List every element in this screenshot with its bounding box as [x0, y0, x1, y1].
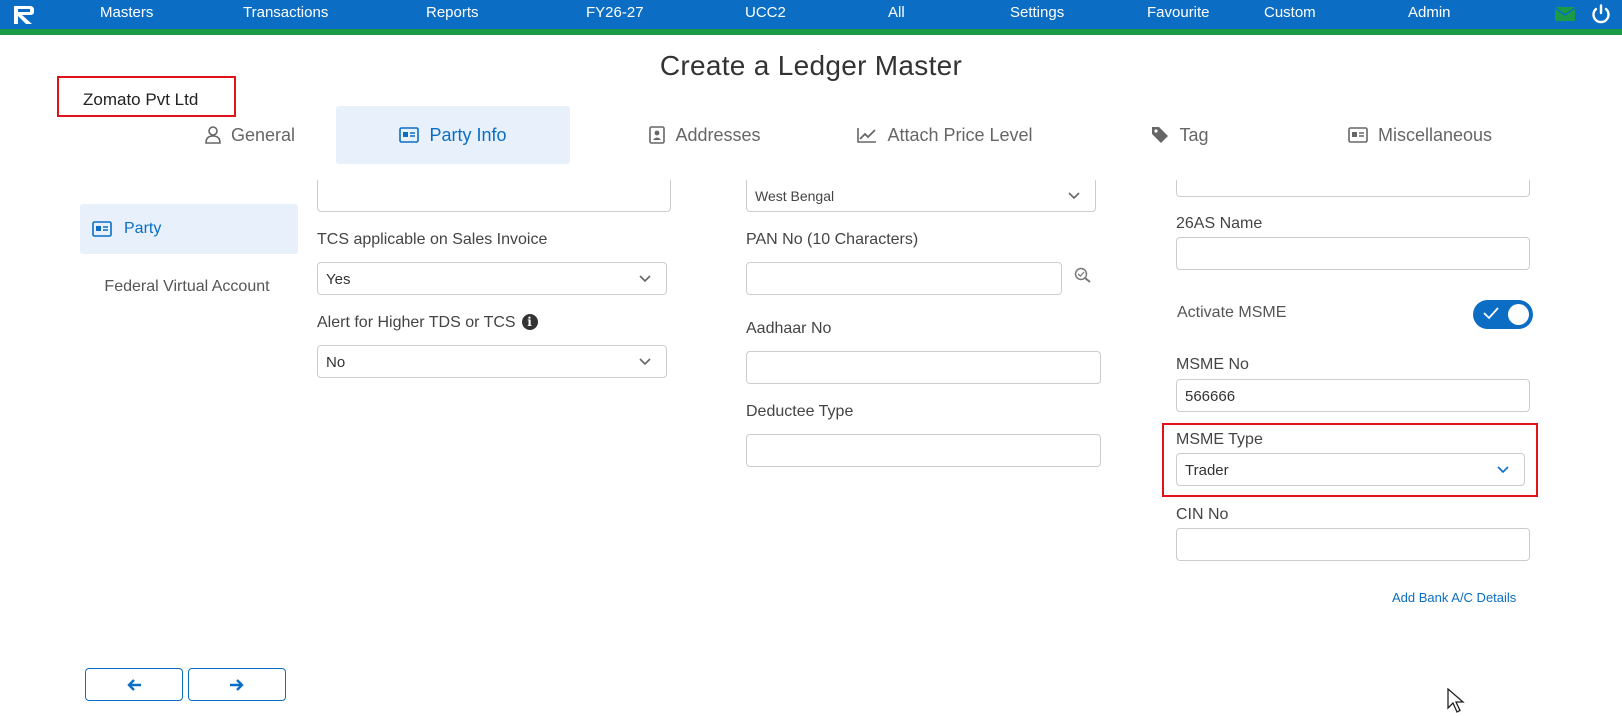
aadhaar-label: Aadhaar No	[746, 320, 832, 337]
col3-top-field[interactable]	[1176, 180, 1530, 197]
id-card-icon	[92, 221, 112, 237]
user-icon	[205, 126, 221, 144]
pan-input[interactable]	[746, 262, 1062, 295]
mail-icon[interactable]	[1554, 4, 1576, 24]
cin-no-label: CIN No	[1176, 506, 1229, 523]
sidebar-item-federal-virtual-account[interactable]: Federal Virtual Account	[80, 262, 294, 312]
check-icon	[1483, 307, 1499, 320]
col1-top-field[interactable]	[317, 180, 671, 212]
26as-name-label: 26AS Name	[1176, 215, 1263, 232]
tab-label: General	[230, 124, 296, 145]
previous-button[interactable]	[85, 668, 183, 701]
state-select[interactable]: West Bengal	[746, 180, 1096, 212]
nav-favourite[interactable]: Favourite	[1147, 4, 1210, 21]
chevron-down-icon	[639, 358, 651, 366]
tag-icon	[1152, 127, 1169, 143]
deductee-type-label: Deductee Type	[746, 403, 854, 420]
nav-admin[interactable]: Admin	[1408, 4, 1451, 21]
pan-label: PAN No (10 Characters)	[746, 231, 919, 248]
sidebar-item-party[interactable]: Party	[80, 204, 298, 254]
activate-msme-label: Activate MSME	[1177, 304, 1287, 321]
next-button[interactable]	[188, 668, 286, 701]
activate-msme-toggle[interactable]	[1473, 300, 1533, 329]
tab-miscellaneous[interactable]: Miscellaneous	[1320, 106, 1520, 164]
tab-party-info[interactable]: Party Info	[336, 106, 570, 164]
tcs-value: Yes	[326, 271, 351, 288]
tab-label: Attach Price Level	[887, 124, 1033, 145]
search-verify-icon[interactable]	[1073, 266, 1095, 284]
arrow-left-icon	[127, 678, 141, 691]
alert-select[interactable]: No	[317, 345, 667, 378]
tab-tag[interactable]: Tag	[1115, 106, 1245, 164]
nav-settings[interactable]: Settings	[1010, 4, 1064, 21]
info-icon[interactable]: i	[521, 314, 538, 330]
26as-name-input[interactable]	[1176, 237, 1530, 270]
nav-all[interactable]: All	[888, 4, 905, 21]
msme-no-label: MSME No	[1176, 356, 1249, 373]
power-icon[interactable]	[1590, 4, 1612, 24]
address-book-icon	[649, 126, 666, 144]
sidebar-item-label: Party	[124, 220, 162, 237]
tab-attach-price-level[interactable]: Attach Price Level	[830, 106, 1060, 164]
chevron-down-icon	[639, 275, 651, 283]
nav-reports[interactable]: Reports	[426, 4, 479, 21]
tab-label: Tag	[1179, 124, 1209, 145]
cin-no-input[interactable]	[1176, 528, 1530, 561]
aadhaar-input[interactable]	[746, 351, 1101, 384]
chevron-down-icon	[1068, 192, 1080, 200]
tcs-select[interactable]: Yes	[317, 262, 667, 295]
toggle-knob	[1508, 304, 1529, 325]
alert-label-text: Alert for Higher TDS or TCS	[317, 314, 516, 331]
nav-masters[interactable]: Masters	[100, 4, 153, 21]
tab-addresses[interactable]: Addresses	[600, 106, 810, 164]
tcs-label: TCS applicable on Sales Invoice	[317, 231, 548, 248]
tab-general[interactable]: General	[150, 106, 350, 164]
navbar-accent-strip	[0, 29, 1622, 35]
id-card-icon	[399, 127, 420, 143]
msme-no-input[interactable]: 566666	[1176, 379, 1530, 412]
mouse-cursor-icon	[1447, 688, 1465, 713]
page-title: Create a Ledger Master	[659, 50, 963, 81]
arrow-right-icon	[230, 678, 244, 691]
id-card-icon	[1348, 127, 1368, 143]
add-bank-details-link[interactable]: Add Bank A/C Details	[1392, 590, 1516, 605]
tab-label: Miscellaneous	[1377, 124, 1493, 145]
tab-label: Addresses	[675, 124, 761, 145]
app-logo-icon[interactable]	[12, 4, 36, 26]
tab-label: Party Info	[429, 124, 507, 145]
state-value: West Bengal	[755, 188, 835, 204]
top-navbar: Masters Transactions Reports FY26-27 UCC…	[0, 0, 1622, 29]
line-chart-icon	[857, 128, 877, 143]
alert-value: No	[326, 354, 346, 371]
alert-label: Alert for Higher TDS or TCS i	[317, 314, 538, 332]
deductee-type-input[interactable]	[746, 434, 1101, 467]
nav-ucc2[interactable]: UCC2	[745, 4, 786, 21]
nav-custom[interactable]: Custom	[1264, 4, 1316, 21]
sidebar-item-label: Federal Virtual Account	[104, 278, 270, 295]
msme-type-highlight	[1162, 423, 1538, 497]
nav-fiscal-year[interactable]: FY26-27	[586, 4, 644, 21]
nav-transactions[interactable]: Transactions	[243, 4, 328, 21]
